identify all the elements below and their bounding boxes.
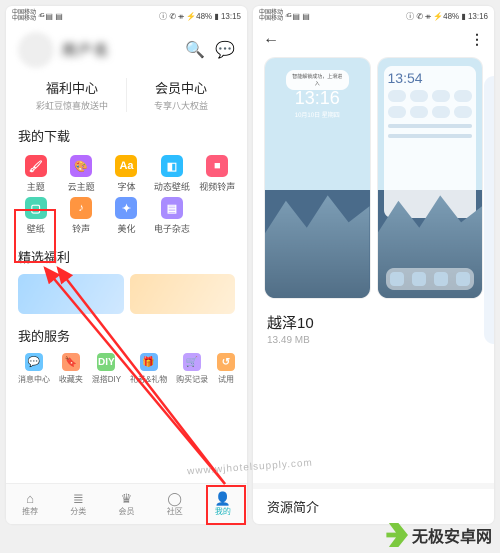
tab-mine[interactable]: 👤我的 xyxy=(199,484,247,524)
services-row: 💬消息中心 🔖收藏夹 DIY混搭DIY 🎁礼券&礼物 🛒购买记录 ↺试用 xyxy=(6,349,247,389)
message-icon[interactable]: 💬 xyxy=(215,40,235,60)
item-cloud-theme[interactable]: 🎨云主题 xyxy=(59,155,102,193)
favorites-icon: 🔖 xyxy=(62,353,80,371)
preview-date: 10月10日 星期四 xyxy=(265,110,370,119)
theme-previews: 智能解锁成功，上滑进入 13:16 10月10日 星期四 13:54 xyxy=(253,54,494,302)
watermark-text: 无极安卓网 xyxy=(412,523,492,547)
next-preview-edge[interactable] xyxy=(484,76,494,344)
item-ringtone[interactable]: ♪铃声 xyxy=(59,197,102,235)
resource-title: 资源简介 xyxy=(253,489,494,524)
tab-bar: ⌂推荐 ≣分类 ♛会员 ◯社区 👤我的 xyxy=(6,483,247,524)
preview-clock2: 13:54 xyxy=(388,70,473,86)
recommend-icon: ⌂ xyxy=(26,492,34,506)
theme-name: 越泽10 xyxy=(253,302,494,333)
status-right: ⓘ ✆ ᚑ ⚡48% ▮ 13:15 xyxy=(159,11,241,22)
left-phone: 中国移动 中国移动 ⁴ᴳ ▤ ▤ ⓘ ✆ ᚑ ⚡48% ▮ 13:15 用户名 … xyxy=(6,6,247,524)
diy-icon: DIY xyxy=(97,353,115,371)
ringtone-icon: ♪ xyxy=(70,197,92,219)
video-ringtone-icon: ■ xyxy=(206,155,228,177)
avatar[interactable] xyxy=(18,32,54,68)
welfare-title: 福利中心 xyxy=(18,78,126,97)
wallpaper-icon: ▢ xyxy=(25,197,47,219)
more-icon[interactable]: ⋮ xyxy=(470,31,484,48)
mine-icon: 👤 xyxy=(215,492,231,506)
svc-favorites[interactable]: 🔖收藏夹 xyxy=(59,353,83,385)
purchase-icon: 🛒 xyxy=(183,353,201,371)
net-icons: ▤ ▤ xyxy=(45,12,62,21)
welfare-sub: 彩虹豆惊喜放送中 xyxy=(18,99,126,112)
status-bar: 中国移动 中国移动 ⁴ᴳ ▤ ▤ ⓘ ✆ ᚑ ⚡48% ▮ 13:16 xyxy=(253,6,494,24)
user-name: 用户名 xyxy=(62,40,110,60)
beautify-icon: ✦ xyxy=(115,197,137,219)
item-font[interactable]: Aa字体 xyxy=(105,155,148,193)
theme-size: 13.49 MB xyxy=(253,333,494,348)
tab-community[interactable]: ◯社区 xyxy=(151,484,199,524)
featured-title: 精选福利 xyxy=(6,243,247,270)
welfare-center[interactable]: 福利中心 彩虹豆惊喜放送中 xyxy=(18,78,127,112)
services-title: 我的服务 xyxy=(6,322,247,349)
member-title: 会员中心 xyxy=(127,78,235,97)
svc-messages[interactable]: 💬消息中心 xyxy=(18,353,50,385)
font-icon: Aa xyxy=(115,155,137,177)
gifts-icon: 🎁 xyxy=(140,353,158,371)
centers: 福利中心 彩虹豆惊喜放送中 会员中心 专享八大权益 xyxy=(18,78,235,112)
cloud-theme-icon: 🎨 xyxy=(70,155,92,177)
unlock-bubble: 智能解锁成功，上滑进入 xyxy=(286,70,349,90)
signal-icon: ⁴ᴳ xyxy=(38,12,43,21)
status-right: ⓘ ✆ ᚑ ⚡48% ▮ 13:16 xyxy=(406,11,488,22)
watermark-logo-icon xyxy=(384,523,408,547)
tab-recommend[interactable]: ⌂推荐 xyxy=(6,484,54,524)
svc-purchase[interactable]: 🛒购买记录 xyxy=(176,353,208,385)
tab-category[interactable]: ≣分类 xyxy=(54,484,102,524)
status-bar: 中国移动 中国移动 ⁴ᴳ ▤ ▤ ⓘ ✆ ᚑ ⚡48% ▮ 13:15 xyxy=(6,6,247,24)
community-icon: ◯ xyxy=(167,492,182,506)
trial-icon: ↺ xyxy=(217,353,235,371)
downloads-grid: 🖌主题 🎨云主题 Aa字体 ◧动态壁纸 ■视频铃声 ▢壁纸 ♪铃声 ✦美化 ▤电… xyxy=(6,149,247,243)
theme-icon: 🖌 xyxy=(25,155,47,177)
member-icon: ♛ xyxy=(121,492,133,506)
preview-lockscreen[interactable]: 智能解锁成功，上滑进入 13:16 10月10日 星期四 xyxy=(265,58,370,298)
item-magazine[interactable]: ▤电子杂志 xyxy=(150,197,193,235)
item-wallpaper[interactable]: ▢壁纸 xyxy=(14,197,57,235)
profile-header: 用户名 🔍 💬 xyxy=(6,24,247,72)
downloads-title: 我的下载 xyxy=(6,122,247,149)
item-theme[interactable]: 🖌主题 xyxy=(14,155,57,193)
right-phone: 中国移动 中国移动 ⁴ᴳ ▤ ▤ ⓘ ✆ ᚑ ⚡48% ▮ 13:16 ← ⋮ … xyxy=(253,6,494,524)
live-wallpaper-icon: ◧ xyxy=(161,155,183,177)
member-sub: 专享八大权益 xyxy=(127,99,235,112)
preview-homescreen[interactable]: 13:54 xyxy=(378,58,483,298)
back-icon[interactable]: ← xyxy=(263,30,279,48)
watermark: 无极安卓网 xyxy=(384,523,492,547)
svc-diy[interactable]: DIY混搭DIY xyxy=(92,353,121,385)
messages-icon: 💬 xyxy=(25,353,43,371)
promo-card[interactable] xyxy=(130,274,236,314)
carrier2: 中国移动 xyxy=(12,16,36,22)
item-beautify[interactable]: ✦美化 xyxy=(105,197,148,235)
svc-gifts[interactable]: 🎁礼券&礼物 xyxy=(130,353,167,385)
preview-clock: 13:16 xyxy=(265,88,370,109)
item-live-wallpaper[interactable]: ◧动态壁纸 xyxy=(150,155,193,193)
promo-card[interactable] xyxy=(18,274,124,314)
magazine-icon: ▤ xyxy=(161,197,183,219)
item-video-ringtone[interactable]: ■视频铃声 xyxy=(196,155,239,193)
tab-member[interactable]: ♛会员 xyxy=(102,484,150,524)
category-icon: ≣ xyxy=(73,492,84,506)
svc-trial[interactable]: ↺试用 xyxy=(217,353,235,385)
search-icon[interactable]: 🔍 xyxy=(185,40,205,60)
promo-row xyxy=(6,270,247,322)
top-bar: ← ⋮ xyxy=(253,24,494,54)
member-center[interactable]: 会员中心 专享八大权益 xyxy=(127,78,235,112)
